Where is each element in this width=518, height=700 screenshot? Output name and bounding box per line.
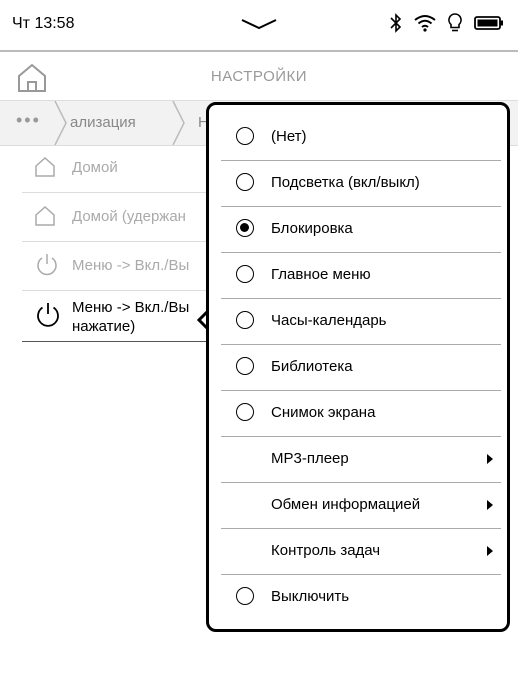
list-item-label: Домой xyxy=(72,159,118,176)
chevron-down-icon[interactable] xyxy=(240,18,278,30)
submenu-task-manager[interactable]: Контроль задач xyxy=(221,529,501,575)
option-label: Блокировка xyxy=(271,220,353,237)
submenu-arrow-icon xyxy=(487,500,493,510)
radio-button[interactable] xyxy=(236,173,254,191)
radio-button[interactable] xyxy=(236,403,254,421)
submenu-arrow-icon xyxy=(487,546,493,556)
radio-button[interactable] xyxy=(236,127,254,145)
radio-button[interactable] xyxy=(236,311,254,329)
radio-button[interactable] xyxy=(236,587,254,605)
option-screenshot[interactable]: Снимок экрана xyxy=(221,391,501,437)
home-icon xyxy=(35,156,55,177)
status-bar: Чт 13:58 xyxy=(0,0,518,52)
action-popup-menu: (Нет) Подсветка (вкл/выкл) Блокировка Гл… xyxy=(206,102,510,632)
power-icon xyxy=(37,254,57,276)
list-item-label: Домой (удержан xyxy=(72,208,186,225)
option-label: Главное меню xyxy=(271,266,371,283)
breadcrumb-separator-icon xyxy=(172,101,185,145)
submenu-arrow-icon xyxy=(487,454,493,464)
option-clock-calendar[interactable]: Часы-календарь xyxy=(221,299,501,345)
submenu-data-exchange[interactable]: Обмен информацией xyxy=(221,483,501,529)
clock: Чт 13:58 xyxy=(12,15,75,32)
home-icon xyxy=(35,205,55,226)
option-label: Подсветка (вкл/выкл) xyxy=(271,174,420,191)
radio-button[interactable] xyxy=(236,357,254,375)
header: НАСТРОЙКИ xyxy=(0,52,518,100)
radio-button-checked[interactable] xyxy=(236,219,254,237)
page-title: НАСТРОЙКИ xyxy=(210,68,308,85)
list-item-label: Меню -> Вкл./Вы xyxy=(72,257,190,274)
option-power-off[interactable]: Выключить xyxy=(221,575,501,620)
option-label: Библиотека xyxy=(271,358,353,375)
option-label: MP3-плеер xyxy=(271,450,349,467)
radio-button[interactable] xyxy=(236,265,254,283)
option-label: Обмен информацией xyxy=(271,496,421,513)
submenu-mp3-player[interactable]: MP3-плеер xyxy=(221,437,501,483)
breadcrumb-separator-icon xyxy=(54,101,67,145)
breadcrumb-more[interactable]: ••• xyxy=(16,110,41,131)
option-none[interactable]: (Нет) xyxy=(221,115,501,161)
option-label: (Нет) xyxy=(271,128,307,145)
option-label: Выключить xyxy=(271,588,350,605)
option-main-menu[interactable]: Главное меню xyxy=(221,253,501,299)
option-label: Часы-календарь xyxy=(271,312,387,329)
power-icon xyxy=(37,303,59,327)
option-backlight[interactable]: Подсветка (вкл/выкл) xyxy=(221,161,501,207)
wifi-icon xyxy=(414,15,436,32)
bluetooth-icon xyxy=(390,13,402,33)
option-label: Снимок экрана xyxy=(271,404,376,421)
breadcrumb-item[interactable]: ализация xyxy=(70,114,136,131)
option-lock[interactable]: Блокировка xyxy=(221,207,501,253)
option-label: Контроль задач xyxy=(271,542,381,559)
option-library[interactable]: Библиотека xyxy=(221,345,501,391)
light-icon xyxy=(448,13,462,32)
battery-icon xyxy=(474,16,503,30)
